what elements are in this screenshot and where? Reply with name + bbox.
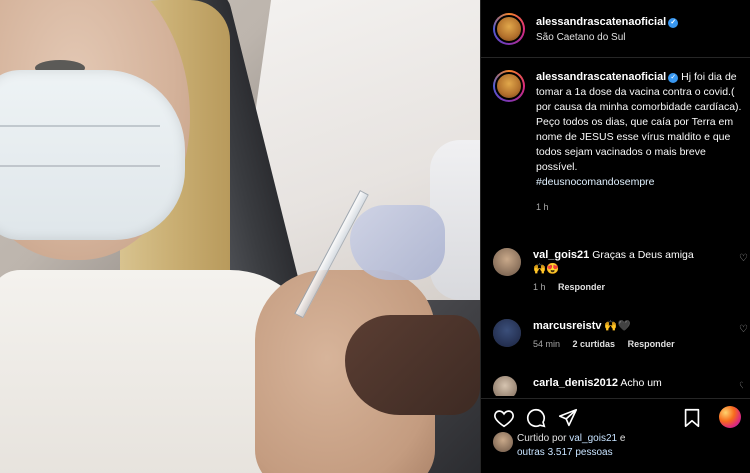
comment-like-heart-icon[interactable]: ♡ xyxy=(739,382,743,392)
post-location[interactable]: São Caetano do Sul xyxy=(536,32,626,43)
comment-emoji: 🙌😍 xyxy=(533,263,560,275)
comment-username[interactable]: val_gois21 xyxy=(533,249,589,261)
post-caption: alessandrascatenaoficial ✓ Hj foi dia de … xyxy=(493,70,743,215)
comment-username[interactable]: marcusreistv xyxy=(533,320,602,332)
comment-time[interactable]: 1 h xyxy=(533,282,546,292)
likes-summary[interactable]: Curtido por val_gois21 e outras 3.517 pe… xyxy=(493,432,625,460)
comment-like-heart-icon[interactable]: ♡ xyxy=(739,325,749,335)
face-mask xyxy=(0,70,185,240)
comment-like-heart-icon[interactable]: ♡ xyxy=(739,254,749,264)
heart-icon[interactable] xyxy=(493,407,515,429)
comment-meta: 1 h Responder xyxy=(533,282,743,292)
post-header: alessandrascatenaoficial ✓ São Caetano do… xyxy=(481,0,750,58)
nurse-hand xyxy=(345,315,480,415)
comment-body: marcusreistv 🙌🖤 xyxy=(533,319,743,333)
bookmark-icon[interactable] xyxy=(681,407,703,429)
post-actions-bar: Curtido por val_gois21 e outras 3.517 pe… xyxy=(481,398,750,473)
post-photo[interactable] xyxy=(0,0,480,473)
verified-icon: ✓ xyxy=(668,73,679,83)
commenter-avatar[interactable] xyxy=(493,376,517,396)
reply-button[interactable]: Responder xyxy=(558,282,605,292)
liker-username[interactable]: val_gois21 xyxy=(569,433,617,444)
likes-prefix: Curtido por xyxy=(517,433,567,444)
caption-text: Hj foi dia de tomar a 1a dose da vacina … xyxy=(536,71,742,173)
caption-username[interactable]: alessandrascatenaoficial xyxy=(536,71,666,83)
header-username[interactable]: alessandrascatenaoficial ✓ xyxy=(536,16,679,28)
likes-others[interactable]: outras 3.517 pessoas xyxy=(517,447,613,458)
comment-likes-count[interactable]: 2 curtidas xyxy=(573,339,616,349)
comment-text: Graças a Deus amiga xyxy=(592,249,694,261)
comment-body: val_gois21 Graças a Deus amiga 🙌😍 xyxy=(533,248,743,276)
comment-item: val_gois21 Graças a Deus amiga 🙌😍 1 h Re… xyxy=(493,248,748,292)
post-side-panel: alessandrascatenaoficial ✓ São Caetano do… xyxy=(480,0,750,473)
liker-avatar[interactable] xyxy=(493,432,513,452)
comment-item: carla_denis2012 Acho um ♡ xyxy=(493,376,743,396)
comment-time[interactable]: 54 min xyxy=(533,339,560,349)
comment-body: carla_denis2012 Acho um xyxy=(533,376,743,390)
caption-avatar[interactable] xyxy=(493,70,525,102)
verified-icon: ✓ xyxy=(668,18,679,28)
gloved-hand xyxy=(350,205,445,280)
likes-text: Curtido por val_gois21 e outras 3.517 pe… xyxy=(517,432,625,460)
caption-hashtag[interactable]: #deusnocomandosempre xyxy=(536,175,743,190)
likes-suffix: e xyxy=(619,433,626,444)
comment-text: Acho um xyxy=(620,377,662,389)
reply-button[interactable]: Responder xyxy=(628,339,675,349)
commenter-avatar[interactable] xyxy=(493,248,521,276)
comment-username[interactable]: carla_denis2012 xyxy=(533,377,618,389)
comment-text: 🙌🖤 xyxy=(604,320,631,332)
brand-badge-icon xyxy=(719,406,741,428)
share-icon[interactable] xyxy=(557,407,579,429)
commenter-avatar[interactable] xyxy=(493,319,521,347)
caption-time[interactable]: 1 h xyxy=(536,200,743,215)
comment-meta: 54 min 2 curtidas Responder xyxy=(533,339,743,349)
comment-icon[interactable] xyxy=(525,407,547,429)
header-username-link[interactable]: alessandrascatenaoficial xyxy=(536,16,666,28)
comment-item: marcusreistv 🙌🖤 54 min 2 curtidas Respon… xyxy=(493,319,748,349)
caption-text-block: alessandrascatenaoficial ✓ Hj foi dia de … xyxy=(536,70,743,215)
profile-avatar[interactable] xyxy=(493,13,525,45)
